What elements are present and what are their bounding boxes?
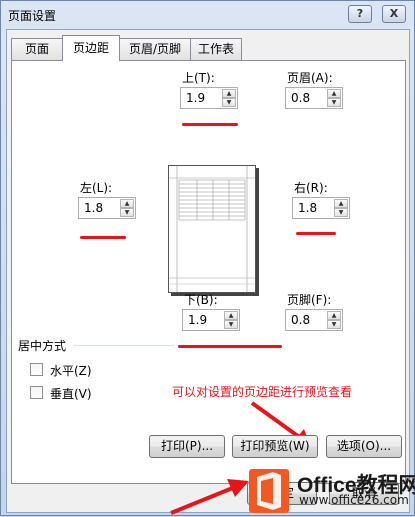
tab-margins[interactable]: 页边距 <box>62 35 120 61</box>
bottom-margin-spin-buttons: ▲ ▼ <box>224 311 238 329</box>
annotation-text: 可以对设置的页边距进行预览查看 <box>172 385 353 399</box>
watermark-logo: Office教程网 www.office26.com <box>245 469 415 517</box>
red-underline-bottom <box>178 345 282 348</box>
window-title: 页面设置 <box>8 9 57 23</box>
red-underline-right <box>296 232 336 235</box>
footer-margin-spinner[interactable]: 0.8 ▲ ▼ <box>285 309 343 331</box>
spin-up-icon[interactable]: ▲ <box>222 89 236 98</box>
footer-margin-label: 页脚(F): <box>287 293 332 307</box>
top-margin-spin-buttons: ▲ ▼ <box>222 89 236 107</box>
top-margin-spinner[interactable]: 1.9 ▲ ▼ <box>180 87 238 109</box>
horizontal-label[interactable]: 水平(Z) <box>50 362 92 379</box>
tab-page[interactable]: 页面 <box>11 38 63 60</box>
close-button[interactable]: X <box>382 5 406 23</box>
page-preview <box>168 165 256 293</box>
top-margin-label: 上(T): <box>182 71 215 85</box>
title-bar[interactable]: 页面设置 ? X <box>1 1 414 29</box>
bottom-margin-value[interactable]: 1.9 <box>188 313 207 327</box>
help-button[interactable]: ? <box>348 5 372 23</box>
header-margin-value[interactable]: 0.8 <box>291 91 310 105</box>
print-preview-button[interactable]: 打印预览(W) <box>232 435 318 458</box>
left-margin-value[interactable]: 1.8 <box>84 201 103 215</box>
spin-down-icon[interactable]: ▼ <box>327 320 341 329</box>
spin-down-icon[interactable]: ▼ <box>334 208 348 217</box>
vertical-checkbox[interactable] <box>30 386 43 399</box>
right-margin-spinner[interactable]: 1.8 ▲ ▼ <box>292 197 350 219</box>
dialog-body: 页面 页边距 页眉/页脚 工作表 上(T): 1.9 ▲ ▼ 页眉(A): 0.… <box>6 29 410 513</box>
options-button[interactable]: 选项(O)... <box>326 435 402 458</box>
spin-down-icon[interactable]: ▼ <box>327 98 341 107</box>
spin-up-icon[interactable]: ▲ <box>120 199 134 208</box>
horizontal-checkbox[interactable] <box>30 363 43 376</box>
header-margin-spin-buttons: ▲ ▼ <box>327 89 341 107</box>
header-margin-spinner[interactable]: 0.8 ▲ ▼ <box>285 87 343 109</box>
office-logo-icon <box>249 469 289 513</box>
page-setup-dialog: 页面设置 ? X 页面 页边距 页眉/页脚 工作表 上(T): 1.9 ▲ ▼ … <box>0 0 415 516</box>
red-underline-top <box>182 123 238 126</box>
watermark-line2: www.office26.com <box>299 493 409 507</box>
margins-panel: 上(T): 1.9 ▲ ▼ 页眉(A): 0.8 ▲ ▼ 左(L): 1.8 ▲… <box>11 60 406 484</box>
spin-down-icon[interactable]: ▼ <box>120 208 134 217</box>
top-margin-value[interactable]: 1.9 <box>186 91 205 105</box>
bottom-margin-label: 下(B): <box>184 293 218 307</box>
right-margin-label: 右(R): <box>294 181 328 195</box>
right-margin-spin-buttons: ▲ ▼ <box>334 199 348 217</box>
left-margin-spinner[interactable]: 1.8 ▲ ▼ <box>78 197 136 219</box>
footer-margin-spin-buttons: ▲ ▼ <box>327 311 341 329</box>
spin-up-icon[interactable]: ▲ <box>327 311 341 320</box>
page-preview-graphic <box>169 166 255 292</box>
spin-up-icon[interactable]: ▲ <box>327 89 341 98</box>
spin-down-icon[interactable]: ▼ <box>222 98 236 107</box>
print-button[interactable]: 打印(P)... <box>149 435 225 458</box>
tab-sheet[interactable]: 工作表 <box>190 38 242 60</box>
red-underline-left <box>80 236 126 239</box>
bottom-margin-spinner[interactable]: 1.9 ▲ ▼ <box>182 309 240 331</box>
group-divider <box>74 345 174 346</box>
spin-up-icon[interactable]: ▲ <box>334 199 348 208</box>
center-on-page-group-label: 居中方式 <box>18 339 67 353</box>
left-margin-spin-buttons: ▲ ▼ <box>120 199 134 217</box>
vertical-label[interactable]: 垂直(V) <box>50 385 92 402</box>
left-margin-label: 左(L): <box>80 181 113 195</box>
tab-header-footer[interactable]: 页眉/页脚 <box>119 38 191 60</box>
spin-up-icon[interactable]: ▲ <box>224 311 238 320</box>
header-margin-label: 页眉(A): <box>287 71 333 85</box>
right-margin-value[interactable]: 1.8 <box>298 201 317 215</box>
footer-margin-value[interactable]: 0.8 <box>291 313 310 327</box>
spin-down-icon[interactable]: ▼ <box>224 320 238 329</box>
ok-arrow-icon <box>170 479 249 515</box>
